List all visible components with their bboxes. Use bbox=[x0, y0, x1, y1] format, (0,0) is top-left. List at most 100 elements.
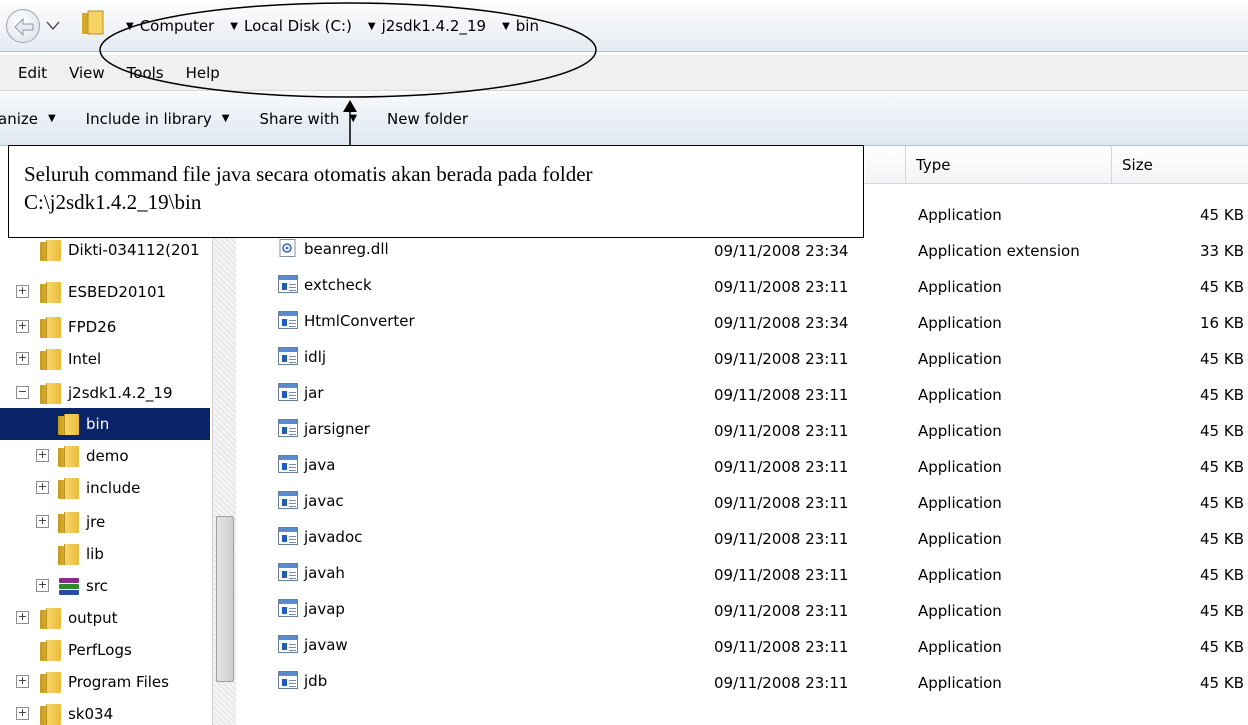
application-icon bbox=[278, 599, 298, 617]
file-type: Application bbox=[918, 386, 1002, 404]
folder-icon bbox=[58, 511, 79, 533]
nav-item-label: j2sdk1.4.2_19 bbox=[68, 384, 173, 402]
nav-item[interactable]: + Program Files bbox=[0, 666, 210, 698]
application-icon bbox=[278, 275, 298, 293]
folder-icon bbox=[58, 413, 79, 435]
collapse-icon[interactable]: − bbox=[16, 386, 29, 399]
file-size: 45 KB bbox=[1200, 674, 1244, 692]
nav-item[interactable]: + Intel bbox=[0, 343, 210, 375]
share-label: Share with bbox=[259, 109, 340, 128]
expand-icon[interactable]: + bbox=[16, 707, 29, 720]
file-date: 09/11/2008 23:11 bbox=[714, 422, 849, 440]
nav-item[interactable]: PerfLogs bbox=[0, 634, 210, 666]
expand-icon[interactable]: + bbox=[16, 320, 29, 333]
annotation-ellipse bbox=[99, 2, 597, 98]
file-size: 45 KB bbox=[1200, 530, 1244, 548]
file-type: Application bbox=[918, 638, 1002, 656]
expand-icon[interactable]: + bbox=[16, 675, 29, 688]
file-date: 09/11/2008 23:11 bbox=[714, 566, 849, 584]
nav-item[interactable]: lib bbox=[0, 538, 210, 570]
chevron-down-icon: ▼ bbox=[47, 113, 56, 124]
nav-item-label: sk034 bbox=[68, 705, 114, 723]
file-row[interactable]: javaw 09/11/2008 23:11 Application 45 KB bbox=[236, 628, 1248, 664]
expand-icon[interactable]: + bbox=[16, 285, 29, 298]
file-row[interactable]: jdb 09/11/2008 23:11 Application 45 KB bbox=[236, 664, 1248, 700]
callout-line-2: C:\j2sdk1.4.2_19\bin bbox=[24, 190, 202, 214]
file-name: javac bbox=[304, 492, 344, 510]
column-type[interactable]: Type bbox=[905, 146, 1111, 184]
include-label: Include in library bbox=[85, 109, 212, 128]
nav-item-label: ESBED20101 bbox=[68, 283, 167, 301]
file-row[interactable]: java 09/11/2008 23:11 Application 45 KB bbox=[236, 448, 1248, 484]
file-date: 09/11/2008 23:11 bbox=[714, 278, 849, 296]
file-size: 45 KB bbox=[1200, 386, 1244, 404]
application-icon bbox=[278, 455, 298, 473]
nav-item[interactable]: + include bbox=[0, 472, 210, 504]
file-date: 09/11/2008 23:34 bbox=[714, 314, 849, 332]
back-arrow-icon bbox=[14, 18, 34, 36]
expand-icon[interactable]: + bbox=[36, 515, 49, 528]
nav-item[interactable]: + FPD26 bbox=[0, 311, 210, 343]
file-date: 09/11/2008 23:11 bbox=[714, 530, 849, 548]
column-size[interactable]: Size bbox=[1111, 146, 1248, 184]
file-name: jarsigner bbox=[304, 420, 370, 438]
winrar-icon bbox=[58, 576, 80, 596]
file-name: javaw bbox=[304, 636, 348, 654]
file-row[interactable]: jar 09/11/2008 23:11 Application 45 KB bbox=[236, 376, 1248, 412]
folder-icon bbox=[58, 445, 79, 467]
folder-icon bbox=[40, 316, 61, 338]
expand-icon[interactable]: + bbox=[36, 449, 49, 462]
folder-icon bbox=[40, 382, 61, 404]
new-folder-button[interactable]: New folder bbox=[387, 110, 468, 128]
expand-icon[interactable]: + bbox=[16, 352, 29, 365]
nav-item[interactable]: + sk034 bbox=[0, 698, 210, 725]
nav-item[interactable]: − j2sdk1.4.2_19 bbox=[0, 377, 210, 409]
folder-icon bbox=[40, 239, 61, 261]
file-row[interactable]: javap 09/11/2008 23:11 Application 45 KB bbox=[236, 592, 1248, 628]
file-row[interactable]: javah 09/11/2008 23:11 Application 45 KB bbox=[236, 556, 1248, 592]
file-row[interactable]: extcheck 09/11/2008 23:11 Application 45 KB bbox=[236, 268, 1248, 304]
history-dropdown-icon[interactable] bbox=[44, 16, 62, 34]
file-row[interactable]: javadoc 09/11/2008 23:11 Application 45 KB bbox=[236, 520, 1248, 556]
file-name: HtmlConverter bbox=[304, 312, 415, 330]
file-row[interactable]: HtmlConverter 09/11/2008 23:34 Application… bbox=[236, 304, 1248, 340]
file-name: java bbox=[304, 456, 336, 474]
file-date: 09/11/2008 23:11 bbox=[714, 458, 849, 476]
menu-edit[interactable]: Edit bbox=[18, 64, 47, 82]
folder-icon bbox=[40, 703, 61, 725]
dll-icon bbox=[278, 239, 298, 257]
nav-item[interactable]: + demo bbox=[0, 440, 210, 472]
file-row[interactable]: idlj 09/11/2008 23:11 Application 45 KB bbox=[236, 340, 1248, 376]
file-type: Application bbox=[918, 566, 1002, 584]
back-button[interactable] bbox=[6, 9, 40, 43]
file-size: 45 KB bbox=[1200, 206, 1244, 224]
folder-icon bbox=[40, 281, 61, 303]
nav-item-label: Intel bbox=[68, 350, 102, 368]
nav-item[interactable]: + output bbox=[0, 602, 210, 634]
file-type: Application bbox=[918, 602, 1002, 620]
file-name: beanreg.dll bbox=[304, 240, 389, 258]
file-name: extcheck bbox=[304, 276, 372, 294]
file-size: 45 KB bbox=[1200, 458, 1244, 476]
column-header: Type Size bbox=[865, 146, 1248, 184]
application-icon bbox=[278, 635, 298, 653]
annotation-callout: Seluruh command file java secara otomati… bbox=[8, 145, 864, 238]
expand-icon[interactable]: + bbox=[36, 579, 49, 592]
file-row[interactable]: javac 09/11/2008 23:11 Application 45 KB bbox=[236, 484, 1248, 520]
nav-item[interactable]: + ESBED20101 bbox=[0, 276, 210, 308]
expand-icon[interactable]: + bbox=[36, 481, 49, 494]
file-type: Application bbox=[918, 350, 1002, 368]
include-in-library-button[interactable]: Include in library ▼ bbox=[86, 110, 230, 128]
folder-icon bbox=[40, 671, 61, 693]
expand-icon[interactable]: + bbox=[16, 611, 29, 624]
nav-item-label: output bbox=[68, 609, 118, 627]
folder-icon bbox=[58, 543, 79, 565]
nav-scrollbar-thumb[interactable] bbox=[216, 516, 234, 682]
file-type: Application bbox=[918, 494, 1002, 512]
nav-item[interactable]: + src bbox=[0, 570, 210, 602]
file-size: 45 KB bbox=[1200, 602, 1244, 620]
organize-button[interactable]: anize ▼ bbox=[0, 110, 56, 128]
nav-item[interactable]: + jre bbox=[0, 506, 210, 538]
file-row[interactable]: jarsigner 09/11/2008 23:11 Application 45 K… bbox=[236, 412, 1248, 448]
nav-item[interactable]: bin bbox=[0, 408, 210, 440]
